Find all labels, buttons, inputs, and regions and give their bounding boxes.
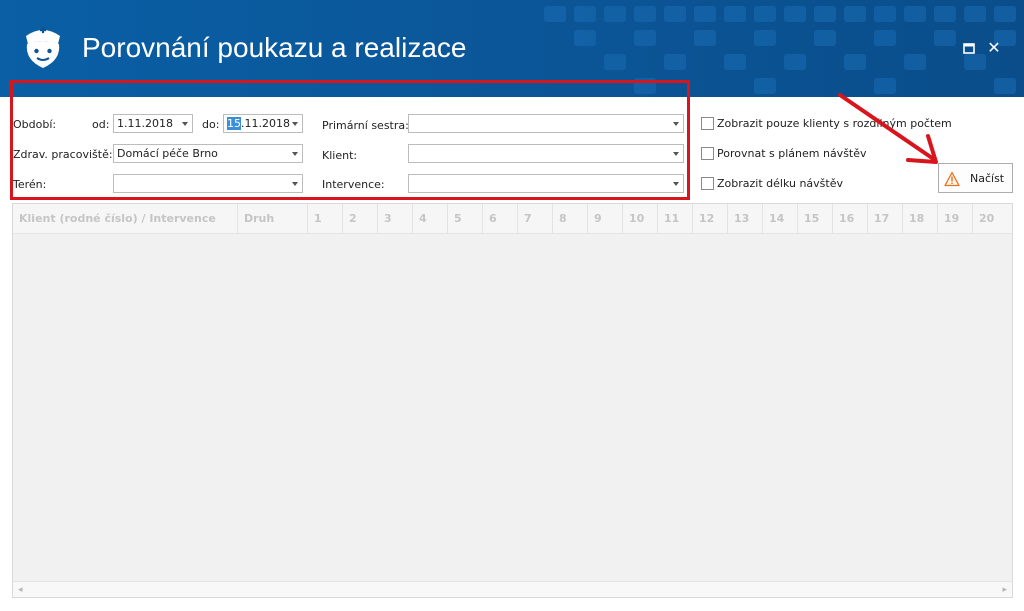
column-header-day[interactable]: 10 [623,204,658,234]
only-diff-checkbox[interactable] [701,117,714,130]
workplace-value: Domácí péče Brno [117,147,218,160]
nurse-logo-icon [26,27,60,68]
column-header-day[interactable]: 20 [973,204,1012,234]
client-label: Klient: [322,149,358,162]
load-button-label: Načíst [970,172,1005,185]
column-header-client[interactable]: Klient (rodné číslo) / Intervence [13,204,238,234]
column-header-day[interactable]: 13 [728,204,763,234]
chevron-down-icon[interactable] [673,122,679,126]
workplace-label: Zdrav. pracoviště: [13,148,113,161]
scroll-right-icon[interactable]: ▸ [1002,585,1007,595]
from-label: od: [92,118,110,131]
chevron-down-icon[interactable] [292,182,298,186]
load-button[interactable]: Načíst [938,163,1013,193]
column-header-day[interactable]: 14 [763,204,798,234]
column-header-day[interactable]: 16 [833,204,868,234]
show-duration-checkbox[interactable] [701,177,714,190]
warning-icon [944,171,960,187]
column-header-day[interactable]: 11 [658,204,693,234]
to-date-rest: .11.2018 [241,117,290,130]
column-header-day[interactable]: 19 [938,204,973,234]
column-header-day[interactable]: 8 [553,204,588,234]
column-header-day[interactable]: 15 [798,204,833,234]
to-date-day-selected: 15 [227,117,241,130]
column-header-day[interactable]: 1 [308,204,343,234]
nurse-label: Primární sestra: [322,119,409,132]
results-grid[interactable]: Klient (rodné číslo) / Intervence Druh 1… [12,203,1013,598]
column-header-day[interactable]: 6 [483,204,518,234]
from-date-value: 1.11.2018 [117,117,173,130]
column-header-day[interactable]: 2 [343,204,378,234]
period-label: Období: [13,118,57,131]
compare-plan-label: Porovnat s plánem návštěv [717,147,867,160]
nurse-select[interactable] [408,114,684,133]
chevron-down-icon[interactable] [182,122,188,126]
compare-plan-checkbox[interactable] [701,147,714,160]
column-header-day[interactable]: 5 [448,204,483,234]
to-date-picker[interactable]: 15.11.2018 [223,114,303,133]
from-date-picker[interactable]: 1.11.2018 [113,114,193,133]
chevron-down-icon[interactable] [292,152,298,156]
terrain-label: Terén: [13,178,47,191]
show-duration-label: Zobrazit délku návštěv [717,177,844,190]
horizontal-scrollbar[interactable]: ◂ ▸ [13,581,1012,597]
title-bar-pattern [544,6,1016,94]
chevron-down-icon[interactable] [292,122,298,126]
intervention-label: Intervence: [322,178,385,191]
scroll-left-icon[interactable]: ◂ [18,585,23,595]
title-bar: Porovnání poukazu a realizace ✕ [0,0,1024,97]
column-header-day[interactable]: 9 [588,204,623,234]
column-header-day[interactable]: 17 [868,204,903,234]
column-header-day[interactable]: 4 [413,204,448,234]
window-title: Porovnání poukazu a realizace [82,32,467,63]
chevron-down-icon[interactable] [673,152,679,156]
grid-header: Klient (rodné číslo) / Intervence Druh 1… [13,204,1012,234]
chevron-down-icon[interactable] [673,182,679,186]
only-diff-label: Zobrazit pouze klienty s rozdílným počte… [717,117,952,130]
column-header-type[interactable]: Druh [238,204,308,234]
terrain-select[interactable] [113,174,303,193]
maximize-icon[interactable] [961,40,977,56]
column-header-day[interactable]: 3 [378,204,413,234]
to-label: do: [202,118,220,131]
close-icon[interactable]: ✕ [986,40,1002,56]
column-header-day[interactable]: 7 [518,204,553,234]
workplace-select[interactable]: Domácí péče Brno [113,144,303,163]
client-select[interactable] [408,144,684,163]
intervention-select[interactable] [408,174,684,193]
column-header-day[interactable]: 18 [903,204,938,234]
column-header-day[interactable]: 12 [693,204,728,234]
